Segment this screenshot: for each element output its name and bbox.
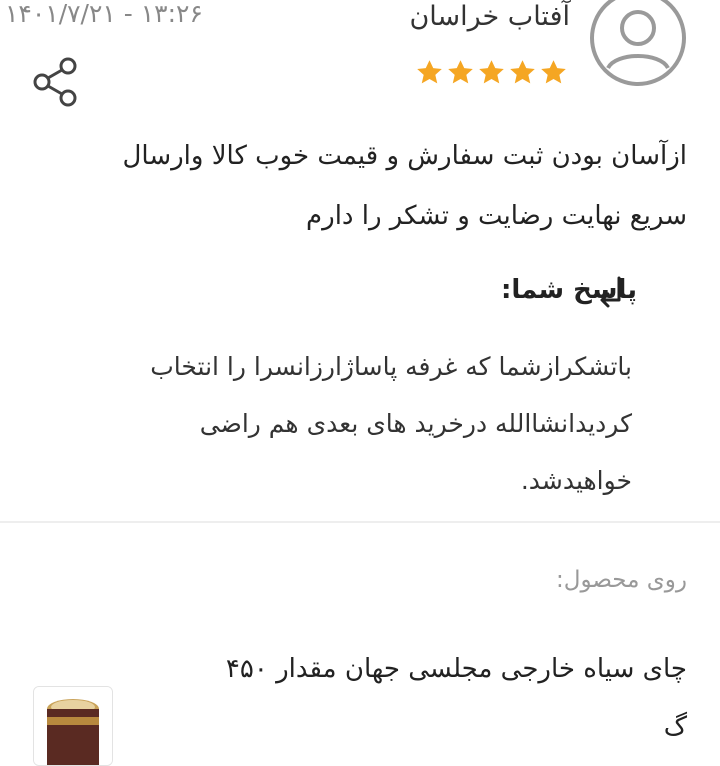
reply-body-line: خواهیدشد. bbox=[520, 466, 632, 495]
rating-stars bbox=[414, 57, 569, 89]
product-section-label: روی محصول: bbox=[556, 567, 687, 593]
reply-body: باتشکرازشما که غرفه پاساژارزانسرا را انت… bbox=[72, 338, 632, 509]
star-icon bbox=[510, 60, 535, 84]
section-divider bbox=[0, 521, 720, 523]
review-comment: ازآسان بودن ثبت سفارش و قیمت خوب کالا وا… bbox=[67, 126, 687, 246]
review-comment-line: سریع نهایت رضایت و تشکر را دارم bbox=[306, 201, 687, 231]
user-avatar-icon bbox=[588, 0, 688, 88]
product-thumbnail[interactable] bbox=[33, 686, 113, 766]
review-author: آفتاب خراسان bbox=[409, 1, 570, 32]
star-icon bbox=[479, 60, 504, 84]
star-icon bbox=[448, 60, 473, 84]
share-icon[interactable] bbox=[30, 56, 82, 108]
reply-body-line: کردیدانشاالله درخرید های بعدی هم راضی bbox=[199, 409, 632, 438]
reply-body-line: باتشکرازشما که غرفه پاساژارزانسرا را انت… bbox=[150, 352, 632, 381]
review-datetime: ۱۴۰۱/۷/۲۱ - ۱۳:۲۶ bbox=[5, 0, 203, 28]
review-comment-line: ازآسان بودن ثبت سفارش و قیمت خوب کالا وا… bbox=[122, 141, 687, 171]
product-title-line: گ bbox=[663, 712, 687, 742]
star-icon bbox=[417, 60, 442, 84]
product-title[interactable]: چای سیاه خارجی مجلسی جهان مقدار ۴۵۰ گ bbox=[127, 640, 687, 756]
star-icon bbox=[541, 60, 566, 84]
reply-title: پاسخ شما: bbox=[500, 275, 637, 305]
product-title-line: چای سیاه خارجی مجلسی جهان مقدار ۴۵۰ bbox=[225, 654, 687, 684]
